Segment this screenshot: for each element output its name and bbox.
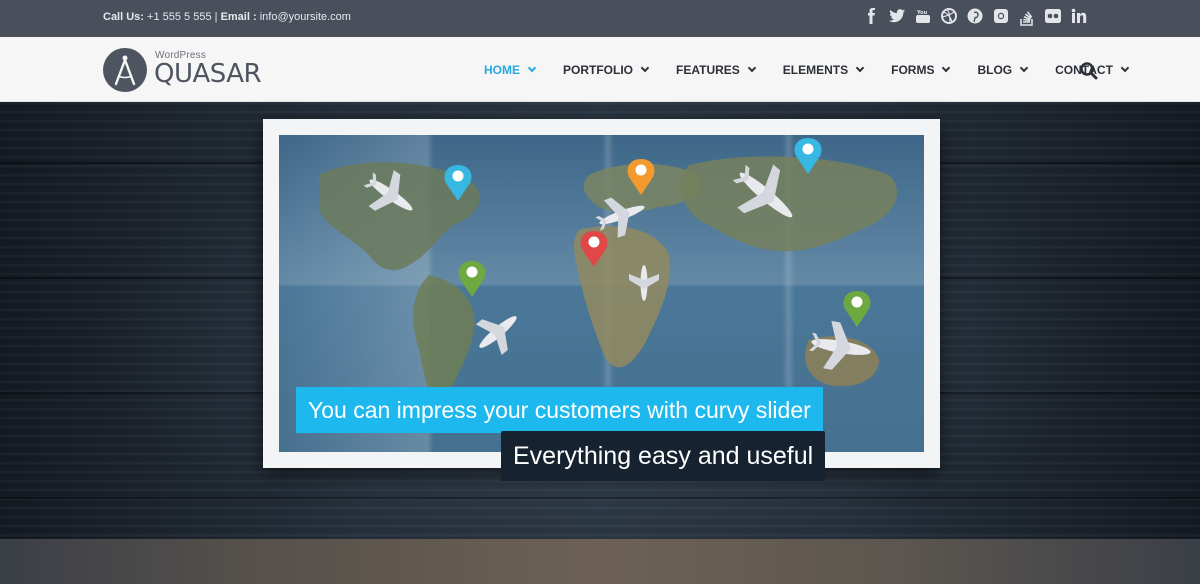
phone-number[interactable]: +1 555 5 555	[147, 11, 212, 23]
email-address[interactable]: info@yoursite.com	[260, 11, 351, 23]
nav-item-blog[interactable]: BLOG	[977, 62, 1029, 77]
nav-item-features[interactable]: FEATURES	[676, 62, 757, 77]
wood-plank-divider	[0, 497, 1200, 499]
main-nav: HOME PORTFOLIO FEATURES ELEMENTS FORMS B…	[484, 37, 1156, 102]
stackoverflow-icon[interactable]	[1014, 8, 1040, 28]
search-icon	[1080, 62, 1098, 80]
linkedin-icon[interactable]	[1066, 8, 1092, 28]
asia-shape	[681, 156, 898, 252]
nav-item-label: HOME	[484, 62, 520, 77]
social-links: You	[858, 8, 1092, 28]
twitter-icon[interactable]	[884, 8, 910, 28]
call-label: Call Us:	[103, 11, 144, 23]
top-bar: Call Us: +1 555 5 555 | Email : info@you…	[0, 0, 1200, 37]
chevron-down-icon	[855, 63, 865, 72]
logo-name: QUASAR	[154, 59, 262, 89]
nav-item-label: FORMS	[891, 62, 935, 77]
nav-item-label: PORTFOLIO	[563, 62, 633, 77]
map-pin-green-icon	[458, 261, 486, 297]
pinterest-icon[interactable]	[962, 8, 988, 28]
slider-caption-primary: You can impress your customers with curv…	[296, 387, 823, 433]
compass-icon	[103, 48, 147, 92]
chevron-down-icon	[1120, 63, 1130, 72]
svg-text:You: You	[916, 10, 928, 16]
chevron-down-icon	[747, 63, 757, 72]
facebook-icon[interactable]	[858, 8, 884, 28]
nav-item-label: ELEMENTS	[782, 62, 849, 77]
chevron-down-icon	[640, 63, 650, 72]
instagram-icon[interactable]	[988, 8, 1014, 28]
flickr-icon[interactable]	[1040, 8, 1066, 28]
email-label: Email :	[220, 11, 257, 23]
chevron-down-icon	[527, 63, 537, 72]
hero-slider[interactable]: You can impress your customers with curv…	[0, 102, 1200, 539]
contact-info: Call Us: +1 555 5 555 | Email : info@you…	[103, 11, 351, 23]
chevron-down-icon	[942, 63, 951, 72]
nav-item-portfolio[interactable]: PORTFOLIO	[563, 62, 650, 77]
dribbble-icon[interactable]	[936, 8, 962, 28]
separator: |	[214, 11, 218, 23]
logo[interactable]: WordPress QUASAR	[103, 47, 263, 93]
youtube-icon[interactable]: You	[910, 8, 936, 28]
nav-item-label: FEATURES	[676, 62, 740, 77]
chevron-down-icon	[1019, 63, 1029, 72]
nav-item-label: BLOG	[977, 62, 1013, 77]
nav-item-elements[interactable]: ELEMENTS	[782, 62, 865, 77]
slider-caption-secondary: Everything easy and useful	[501, 431, 826, 481]
map-pin-green-icon	[843, 291, 871, 327]
site-header: WordPress QUASAR HOME PORTFOLIO FEATURES…	[0, 37, 1200, 102]
nav-item-forms[interactable]: FORMS	[891, 62, 951, 77]
search-button[interactable]	[1079, 61, 1099, 81]
airplane-icon	[475, 316, 517, 356]
next-section-preview	[0, 539, 1200, 584]
nav-item-home[interactable]: HOME	[484, 62, 537, 77]
